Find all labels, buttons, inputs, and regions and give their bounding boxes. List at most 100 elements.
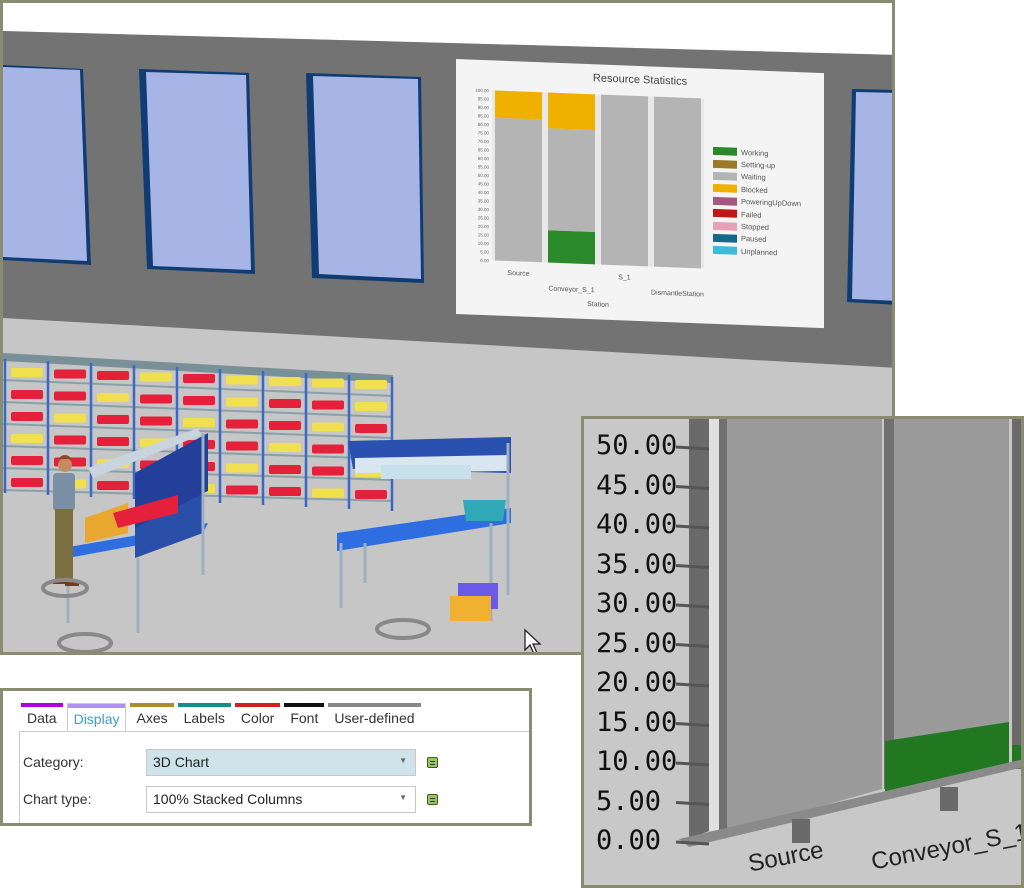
y-tick-mark <box>675 682 710 688</box>
window <box>847 89 892 305</box>
y-tick-label: 0.00 <box>596 825 662 856</box>
y-tick-label: 85.00 <box>478 113 490 118</box>
x-category-label: DismantleStation <box>651 289 704 298</box>
y-tick-mark <box>675 564 710 569</box>
window <box>3 65 91 265</box>
tab-user-defined[interactable]: User-defined <box>328 703 421 731</box>
chevron-down-icon[interactable]: ▼ <box>399 793 407 802</box>
legend-label: Setting-up <box>741 160 776 171</box>
window <box>306 73 424 283</box>
tab-data[interactable]: Data <box>21 703 63 731</box>
y-tick-label: 20.00 <box>596 667 678 698</box>
legend-swatch <box>713 147 737 156</box>
tab-display[interactable]: Display <box>66 703 127 731</box>
y-tick-label: 65.00 <box>478 147 490 152</box>
tab-color-bar <box>67 704 126 708</box>
y-tick-label: 30.00 <box>596 588 678 619</box>
tab-label: User-defined <box>334 710 415 726</box>
tab-color-bar <box>177 703 231 707</box>
y-tick-label: 70.00 <box>478 139 490 144</box>
category-select[interactable]: 3D Chart ▼ <box>146 749 416 776</box>
y-tick-label: 30.00 <box>478 207 490 212</box>
y-tick-label: 50.00 <box>596 430 678 461</box>
window <box>139 69 255 274</box>
tab-labels[interactable]: Labels <box>177 703 231 731</box>
inheritance-icon[interactable] <box>427 794 438 805</box>
y-tick-label: 75.00 <box>478 130 490 135</box>
legend-label: Working <box>741 147 769 158</box>
tab-label: Labels <box>183 710 225 726</box>
tab-label: Display <box>73 711 120 727</box>
legend-label: Stopped <box>741 221 769 233</box>
y-tick-label: 95.00 <box>478 96 490 101</box>
tab-color-bar <box>21 703 63 707</box>
axis-wall <box>689 419 709 839</box>
y-tick-label: 35.00 <box>596 548 678 580</box>
legend-label: Waiting <box>741 172 766 183</box>
y-tick-label: 5.00 <box>596 785 662 817</box>
bar-segment-working <box>548 230 595 265</box>
y-tick-label: 10.00 <box>478 241 490 246</box>
chart-settings-panel: Data Display Axes Labels Color Font User-defin… <box>0 688 532 826</box>
y-tick-mark <box>675 643 710 648</box>
y-tick-mark <box>675 840 710 846</box>
chart-type-value: 100% Stacked Columns <box>153 791 303 807</box>
tab-label: Font <box>290 710 319 726</box>
y-tick-label: 0.00 <box>480 258 489 263</box>
y-tick-mark <box>675 524 710 530</box>
y-tick-label: 40.00 <box>596 509 678 540</box>
y-tick-mark <box>675 445 710 451</box>
tab-label: Axes <box>136 710 168 726</box>
y-tick-label: 10.00 <box>596 746 678 777</box>
y-tick-mark <box>675 485 710 490</box>
legend-swatch <box>713 233 737 243</box>
y-tick-label: 50.00 <box>478 173 490 178</box>
zoomed-chart-inset: 50.00 45.00 40.00 35.00 30.00 25.00 20.00 15.00… <box>581 416 1024 888</box>
resource-statistics-chart[interactable]: Resource Statistics 0.00 5.00 10.00 15.00 20… <box>456 59 824 329</box>
legend-label: Paused <box>741 234 767 245</box>
y-tick-label: 60.00 <box>478 156 490 161</box>
tab-color[interactable]: Color <box>234 703 281 731</box>
y-tick-label: 20.00 <box>478 224 490 229</box>
legend-swatch <box>713 246 737 256</box>
x-category-label: S_1 <box>618 274 631 281</box>
legend-label: PoweringUpDown <box>741 197 802 209</box>
y-tick-label: 15.00 <box>478 232 490 237</box>
y-tick-mark <box>675 801 710 806</box>
category-label: Category: <box>23 754 84 770</box>
y-tick-label: 55.00 <box>478 164 490 169</box>
y-tick-label: 35.00 <box>478 198 490 203</box>
bar-segment-waiting <box>654 96 701 269</box>
bar-segment-blocked <box>495 90 542 120</box>
chevron-down-icon[interactable]: ▼ <box>399 756 407 765</box>
bar-segment-waiting <box>601 94 648 267</box>
legend-swatch <box>713 171 737 181</box>
chart-type-select[interactable]: 100% Stacked Columns ▼ <box>146 786 416 813</box>
bar-segment-waiting <box>548 128 595 233</box>
tab-axes[interactable]: Axes <box>130 703 174 731</box>
x-category-label: Source <box>507 270 529 278</box>
y-tick-label: 45.00 <box>596 469 678 501</box>
legend-label: Failed <box>741 209 762 220</box>
legend-swatch <box>713 209 737 218</box>
legend-swatch <box>713 159 737 169</box>
tab-color-bar <box>328 703 421 707</box>
bar-segment-waiting <box>726 419 882 833</box>
tab-color-bar <box>284 703 325 707</box>
legend-label: Unplanned <box>741 246 778 258</box>
tab-color-bar <box>130 703 174 707</box>
legend-label: Blocked <box>741 184 768 195</box>
inheritance-icon[interactable] <box>427 757 438 768</box>
category-value: 3D Chart <box>153 754 210 770</box>
tab-font[interactable]: Font <box>284 703 325 731</box>
y-tick-label: 15.00 <box>596 706 678 738</box>
legend-swatch <box>713 221 737 231</box>
x-category-label: Conveyor_S_1 <box>548 286 594 295</box>
y-tick-mark <box>675 603 710 609</box>
y-tick-label: 5.00 <box>480 249 489 254</box>
bar-segment-waiting <box>894 419 1009 741</box>
tab-label: Data <box>27 710 57 726</box>
y-tick-mark <box>675 722 710 727</box>
bar-segment-waiting <box>495 117 542 263</box>
chart-legend: Working Setting-up Waiting Blocked PoweringU… <box>713 145 801 260</box>
